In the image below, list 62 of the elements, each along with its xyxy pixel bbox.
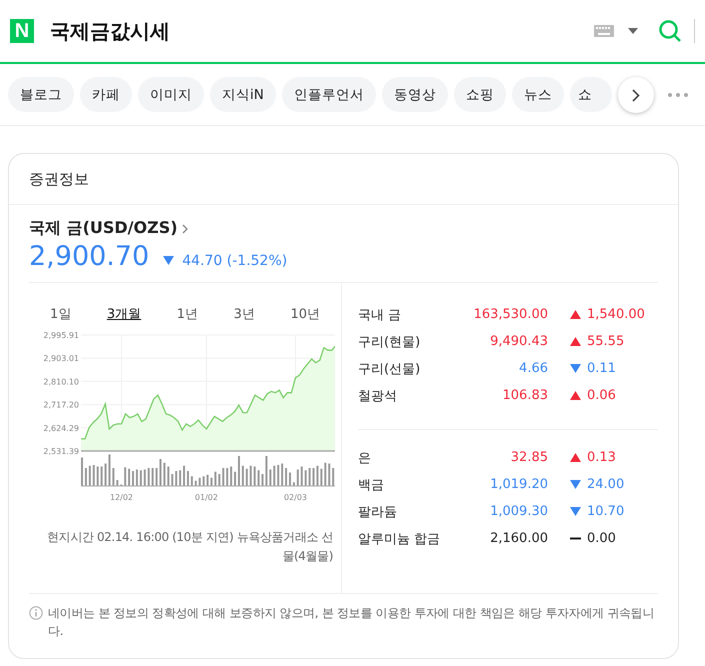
tab[interactable]: 지식iN — [210, 77, 276, 112]
commodity-name[interactable]: 구리(현물) — [358, 328, 468, 355]
commodity-price: 4.66 — [518, 360, 548, 378]
price-change: 0.11 — [587, 361, 616, 376]
period-tab[interactable]: 1년 — [176, 305, 198, 323]
tab[interactable]: 쇼핑 — [454, 77, 506, 112]
price-change: 0.13 — [587, 450, 616, 465]
commodity-price: 2,160.00 — [489, 530, 548, 548]
tab[interactable]: 인플루언서 — [282, 77, 376, 112]
commodity-name[interactable]: 백금 — [358, 471, 468, 498]
period-tab[interactable]: 3년 — [234, 305, 255, 323]
tab[interactable]: 이미지 — [138, 77, 204, 112]
axis-label: 12/02 — [110, 493, 133, 502]
tab[interactable]: 동영상 — [382, 77, 448, 112]
axis-label: 2,531.39 — [43, 447, 79, 456]
price-change: 44.70 (-1.52%) — [182, 253, 288, 269]
axis-label: 01/02 — [194, 493, 218, 502]
price-change: 55.55 — [587, 334, 624, 349]
tab[interactable]: 블로그 — [8, 77, 74, 112]
more-icon[interactable] — [668, 93, 688, 97]
keyboard-icon[interactable] — [594, 25, 614, 37]
commodity-name[interactable]: 국내 금 — [358, 301, 468, 328]
chart-note: 현지시간 02.14. 16:00 (10분 지연) 뉴욕상품거래소 선물(4월물) — [46, 529, 333, 566]
tab[interactable]: 뉴스 — [512, 77, 564, 112]
search-field[interactable]: 국제금값시세 — [50, 18, 594, 44]
commodity-name[interactable]: 은 — [358, 444, 468, 471]
price-change: 10.70 — [587, 504, 624, 519]
axis-label: 2,810.10 — [43, 377, 79, 386]
price-change: 0.00 — [587, 531, 616, 546]
period-tab[interactable]: 10년 — [290, 305, 320, 323]
period-tab[interactable]: 3개월 — [106, 305, 142, 323]
price-change: 0.06 — [587, 388, 616, 403]
chevron-icon — [632, 88, 640, 102]
disclaimer: 네이버는 본 정보의 정확성에 대해 보증하지 않으며, 본 정보를 이용한 투자에 대한 책임은 해당 투자자에게 귀속됩니다. — [48, 605, 656, 640]
commodity-price: 1,019.20 — [489, 476, 548, 494]
card-title: 증권정보 — [29, 170, 89, 188]
axis-label: 2,903.01 — [43, 354, 79, 364]
commodity-name[interactable]: 팔라듐 — [358, 498, 468, 525]
price-change: 1,540.00 — [587, 307, 645, 322]
item-name[interactable]: 국제 금(USD/OZS) — [29, 218, 178, 239]
next-button[interactable] — [618, 77, 654, 113]
commodity-name[interactable]: 구리(선물) — [358, 355, 468, 382]
commodity-price: 9,490.43 — [489, 333, 548, 351]
tab[interactable]: 카페 — [80, 77, 132, 112]
commodity-price: 106.83 — [502, 387, 548, 405]
axis-label: 2,624.29 — [43, 424, 79, 433]
caret-icon[interactable] — [628, 28, 638, 34]
search-icon[interactable] — [658, 19, 682, 43]
commodity-name[interactable]: 철광석 — [358, 382, 468, 409]
commodity-price: 163,530.00 — [472, 306, 548, 324]
info-icon — [29, 606, 43, 620]
period-tab[interactable]: 1일 — [50, 305, 72, 323]
axis-label: 2,717.20 — [43, 400, 79, 410]
axis-label: 02/03 — [284, 493, 308, 502]
commodity-price: 32.85 — [510, 449, 548, 467]
tab[interactable]: 쇼 — [570, 77, 612, 112]
price-change: 24.00 — [587, 477, 624, 492]
commodity-name[interactable]: 알루미늄 합금 — [358, 525, 468, 552]
axis-label: 2,995.91 — [43, 331, 79, 340]
chevron-icon[interactable] — [182, 224, 188, 234]
price: 2,900.70 — [29, 241, 150, 272]
commodity-price: 1,009.30 — [489, 503, 548, 521]
